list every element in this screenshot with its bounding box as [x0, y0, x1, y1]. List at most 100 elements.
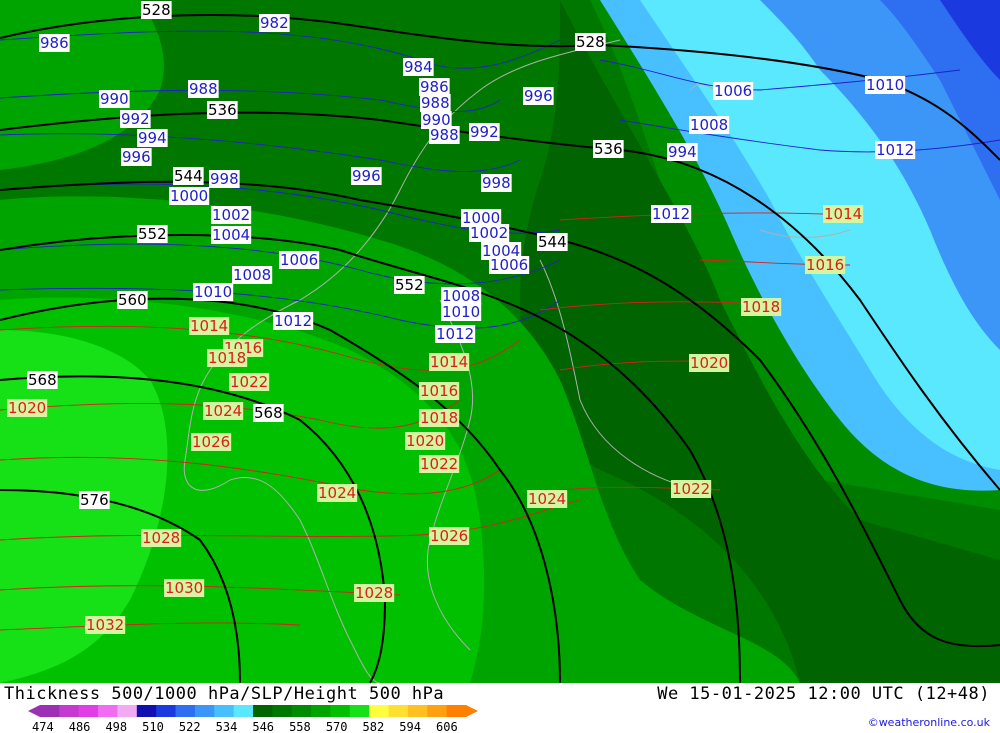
slp-label: 1014 — [190, 317, 228, 335]
scale-cell — [349, 705, 370, 717]
slp-label: 1014 — [430, 353, 468, 371]
slp-label: 1000 — [170, 187, 208, 205]
slp-label: 1018 — [420, 409, 458, 427]
scale-cell — [272, 705, 293, 717]
height-label: 528 — [576, 33, 605, 51]
scale-cell — [40, 705, 60, 717]
slp-label: 988 — [189, 80, 218, 98]
slp-label: 1024 — [204, 402, 242, 420]
slp-label: 1012 — [652, 205, 690, 223]
scale-tick-label: 546 — [252, 720, 274, 733]
scale-tick-label: 594 — [399, 720, 421, 733]
slp-label: 994 — [138, 129, 167, 147]
slp-label: 1032 — [86, 616, 124, 634]
scale-cell — [156, 705, 177, 717]
color-scale-cells — [28, 705, 478, 717]
height-label: 552 — [395, 276, 424, 294]
height-label: 568 — [28, 371, 57, 389]
scale-tick-label: 570 — [326, 720, 348, 733]
slp-label: 1016 — [420, 382, 458, 400]
slp-label: 1026 — [192, 433, 230, 451]
scale-tick-label: 558 — [289, 720, 311, 733]
height-label: 536 — [208, 101, 237, 119]
scale-tick-label: 486 — [69, 720, 91, 733]
slp-label: 996 — [524, 87, 553, 105]
slp-label: 984 — [404, 58, 433, 76]
slp-label: 1014 — [824, 205, 862, 223]
slp-label: 1006 — [714, 82, 752, 100]
scale-tick-label: 534 — [216, 720, 238, 733]
slp-label: 996 — [352, 167, 381, 185]
height-label: 544 — [174, 167, 203, 185]
slp-label: 1010 — [866, 76, 904, 94]
scale-cell — [98, 705, 118, 717]
scale-tick-label: 474 — [32, 720, 54, 733]
scale-arrow-right — [466, 705, 478, 717]
slp-label: 998 — [482, 174, 511, 192]
slp-label: 1010 — [194, 283, 232, 301]
height-label: 576 — [80, 491, 109, 509]
scale-tick-label: 606 — [436, 720, 458, 733]
slp-label: 988 — [421, 94, 450, 112]
scale-cell — [369, 705, 390, 717]
height-label: 552 — [138, 225, 167, 243]
scale-cell — [136, 705, 157, 717]
credit-link[interactable]: ©weatheronline.co.uk — [868, 716, 990, 729]
slp-label: 1006 — [490, 256, 528, 274]
color-scale-ticks: 474 486 498 510 522 534 546 558 570 582 594 606 — [32, 720, 458, 733]
scale-cell — [330, 705, 351, 717]
slp-label: 1028 — [355, 584, 393, 602]
slp-label: 1008 — [690, 116, 728, 134]
slp-label: 990 — [100, 90, 129, 108]
slp-label: 1022 — [672, 480, 710, 498]
slp-label: 1024 — [528, 490, 566, 508]
slp-label: 1006 — [280, 251, 318, 269]
slp-label: 1018 — [742, 298, 780, 316]
weather-map: 528 528 536 536 544 544 552 552 560 568 … — [0, 0, 1000, 684]
scale-cell — [446, 705, 467, 717]
slp-label: 1030 — [165, 579, 203, 597]
thickness-shading — [0, 0, 1000, 684]
slp-label: 1020 — [690, 354, 728, 372]
height-label: 560 — [118, 291, 147, 309]
scale-cell — [175, 705, 196, 717]
slp-label: 996 — [122, 148, 151, 166]
scale-tick-label: 510 — [142, 720, 164, 733]
slp-label: 1028 — [142, 529, 180, 547]
scale-cell — [214, 705, 235, 717]
slp-label: 1012 — [876, 141, 914, 159]
slp-label: 1020 — [406, 432, 444, 450]
slp-label: 1012 — [436, 325, 474, 343]
color-scale: 474 486 498 510 522 534 546 558 570 582 594 606 — [28, 705, 478, 733]
height-label: 528 — [142, 1, 171, 19]
slp-label: 1026 — [430, 527, 468, 545]
scale-cell — [311, 705, 331, 717]
scale-tick-label: 498 — [105, 720, 127, 733]
slp-label: 992 — [470, 123, 499, 141]
slp-label: 1002 — [212, 206, 250, 224]
slp-label: 1002 — [470, 224, 508, 242]
slp-label: 1010 — [442, 303, 480, 321]
height-label: 536 — [594, 140, 623, 158]
slp-label: 982 — [260, 14, 289, 32]
slp-label: 986 — [40, 34, 69, 52]
height-label: 544 — [538, 233, 567, 251]
slp-label: 1012 — [274, 312, 312, 330]
scale-cell — [388, 705, 409, 717]
slp-label: 994 — [668, 143, 697, 161]
slp-label: 1024 — [318, 484, 356, 502]
map-title: Thickness 500/1000 hPa/SLP/Height 500 hP… — [4, 684, 445, 704]
slp-label: 998 — [210, 170, 239, 188]
slp-label: 988 — [430, 126, 459, 144]
scale-cell — [407, 705, 428, 717]
scale-tick-label: 582 — [363, 720, 385, 733]
slp-label: 992 — [121, 110, 150, 128]
scale-cell — [253, 705, 273, 717]
scale-cell — [427, 705, 448, 717]
slp-label: 1004 — [212, 226, 250, 244]
slp-label: 1016 — [806, 256, 844, 274]
scale-cell — [78, 705, 99, 717]
scale-cell — [194, 705, 215, 717]
slp-label: 1008 — [233, 266, 271, 284]
scale-cell — [59, 705, 80, 717]
